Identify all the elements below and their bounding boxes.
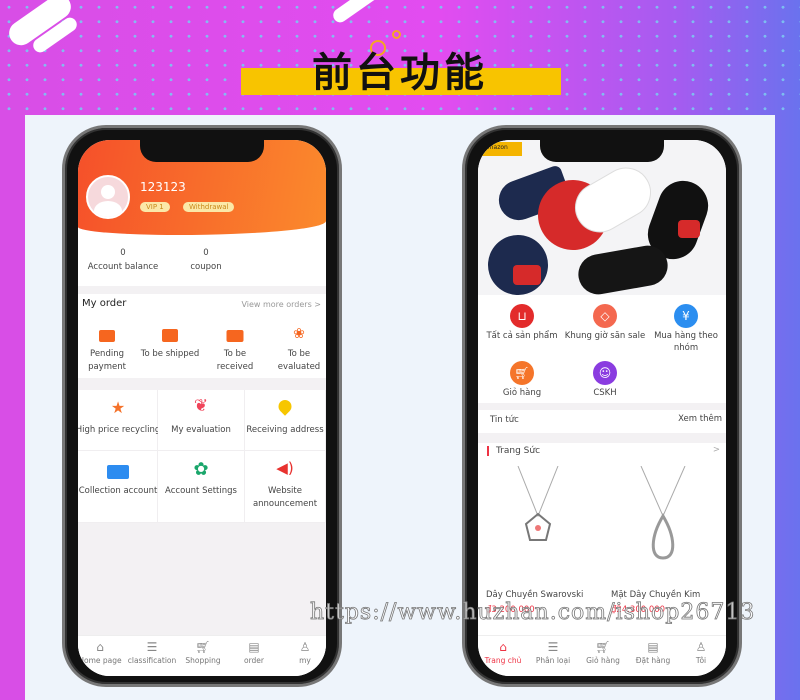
list-icon: ☰ xyxy=(547,640,559,654)
tag-icon: ◇ xyxy=(593,304,617,328)
tab-shopping[interactable]: 🛒︎ Shopping xyxy=(178,636,228,676)
page-title: 前台功能 xyxy=(312,50,488,96)
phone-my-account: 123123 VIP 1 Withdrawal 0 Account balanc… xyxy=(62,125,342,687)
tab-toi[interactable]: ♙ Tôi xyxy=(676,636,726,676)
tab-my[interactable]: ♙ my xyxy=(280,636,326,676)
decor-ring xyxy=(392,30,401,39)
bag-icon: ⊔ xyxy=(510,304,534,328)
ticket-icon: ¥ xyxy=(674,304,698,328)
necklace-image xyxy=(640,466,686,560)
list-icon: ☰ xyxy=(146,640,158,654)
tab-trang-chu[interactable]: ⌂ Trang chủ xyxy=(478,636,528,676)
divider xyxy=(478,403,726,410)
section-marker xyxy=(487,446,489,456)
avatar[interactable] xyxy=(86,175,130,219)
grid-item-my-evaluation[interactable]: ❦ My evaluation xyxy=(158,390,245,451)
watermark: https://www.huzhan.com/ishop26713 xyxy=(310,600,756,626)
coupon-value: 0 xyxy=(203,248,209,258)
wallet-icon xyxy=(99,330,115,342)
megaphone-icon: ◀) xyxy=(276,459,294,477)
home-icon: ⌂ xyxy=(499,640,507,654)
grid-item-collection-account[interactable]: Collection account xyxy=(78,451,158,523)
divider xyxy=(78,286,326,294)
location-pin-icon xyxy=(275,397,295,416)
withdrawal-button[interactable]: Withdrawal xyxy=(183,202,235,212)
cart-icon: 🛒︎ xyxy=(510,361,534,385)
notch xyxy=(540,140,664,162)
flower-icon: ❀ xyxy=(293,326,305,342)
amazon-logo: amazon xyxy=(482,142,522,156)
star-icon: ★ xyxy=(110,398,126,417)
view-more-orders-link[interactable]: View more orders > xyxy=(241,300,321,309)
divider xyxy=(478,433,726,443)
cart-icon: 🛒︎ xyxy=(595,640,611,654)
product-card[interactable]: Dây Chuyền Swarovski ₫3.200.000 xyxy=(478,462,601,622)
coupon-label[interactable]: coupon xyxy=(190,262,221,272)
grid-item-website-announcement[interactable]: ◀) Website announcement xyxy=(245,451,326,523)
balance-value: 0 xyxy=(120,248,126,258)
support-icon: ☺ xyxy=(593,361,617,385)
tab-dat-hang[interactable]: ▤ Đặt hàng xyxy=(628,636,678,676)
order-icon: ▤ xyxy=(248,640,260,654)
balance-label[interactable]: Account balance xyxy=(88,262,159,272)
necklace-image xyxy=(517,466,559,541)
gear-icon: ✿ xyxy=(193,459,209,480)
box-icon xyxy=(162,329,178,342)
grid-item-receiving-address[interactable]: Receiving address xyxy=(245,390,326,451)
tulip-icon: ❦ xyxy=(193,396,209,416)
home-icon: ⌂ xyxy=(96,640,104,654)
truck-icon xyxy=(226,330,244,342)
vip-badge: VIP 1 xyxy=(140,202,170,212)
product-card[interactable]: Mặt Dây Chuyền Kim ₫24.300.000 xyxy=(603,462,726,622)
tab-phan-loai[interactable]: ☰ Phân loại xyxy=(528,636,578,676)
tab-bar: ⌂ Home page ☰ classification 🛒︎ Shopping ▤ o… xyxy=(78,635,326,676)
section-title: Trang Sức xyxy=(496,446,541,456)
grid-item-high-price-recycling[interactable]: ★ High price recycling xyxy=(78,390,160,451)
user-icon: ♙ xyxy=(695,640,707,654)
tab-gio-hang[interactable]: 🛒︎ Giỏ hàng xyxy=(578,636,628,676)
banner-image[interactable] xyxy=(478,140,726,295)
my-order-title: My order xyxy=(82,298,127,309)
cart-icon: 🛒︎ xyxy=(195,640,211,654)
username: 123123 xyxy=(140,180,186,194)
divider xyxy=(78,378,326,390)
tab-order[interactable]: ▤ order xyxy=(229,636,279,676)
id-card-icon xyxy=(107,465,129,479)
user-icon: ♙ xyxy=(299,640,311,654)
tab-classification[interactable]: ☰ classification xyxy=(126,636,178,676)
grid-item-account-settings[interactable]: ✿ Account Settings xyxy=(158,451,245,523)
tab-home[interactable]: ⌂ Home page xyxy=(78,636,125,676)
order-icon: ▤ xyxy=(647,640,659,654)
news-more-link[interactable]: Xem thêm xyxy=(678,414,722,424)
news-label: Tin tức xyxy=(490,415,519,425)
notch xyxy=(140,140,264,162)
section-more-chevron[interactable]: > xyxy=(713,445,720,455)
tab-bar: ⌂ Trang chủ ☰ Phân loại 🛒︎ Giỏ hàng ▤ Đặt hà… xyxy=(478,635,726,676)
